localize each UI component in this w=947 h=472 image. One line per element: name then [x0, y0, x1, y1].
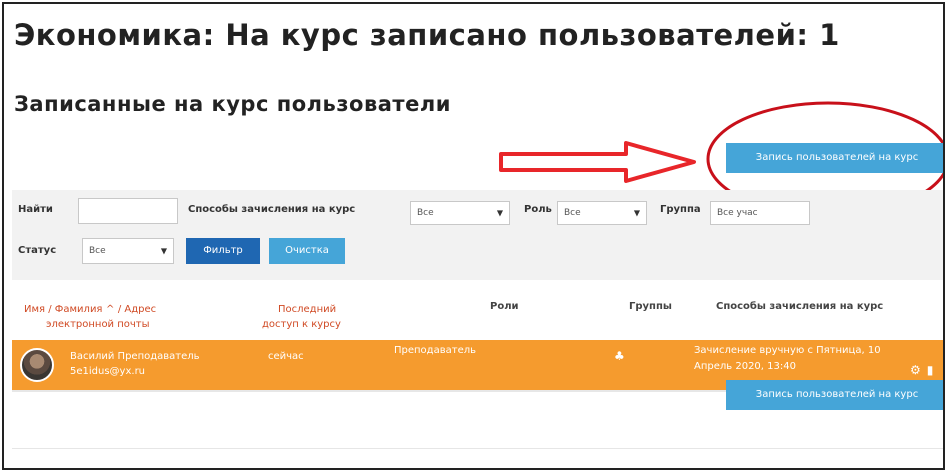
header-name-email: Имя / Фамилия ^ / Адрес: [24, 303, 156, 317]
enrol-methods-value: Все: [417, 208, 434, 218]
clear-button[interactable]: Очистка: [269, 238, 345, 264]
enrol-methods-label: Способы зачисления на курс: [188, 204, 356, 215]
annotation-arrow: [499, 141, 696, 183]
enrol-users-button-top[interactable]: Запись пользователей на курс: [726, 143, 943, 173]
sort-last-access-link[interactable]: Последний: [278, 303, 336, 317]
role-label: Роль: [524, 204, 552, 215]
role-select[interactable]: Все ▼: [557, 201, 647, 225]
header-enrol-methods: Способы зачисления на курс: [716, 301, 884, 312]
sort-email-link[interactable]: / Адрес: [118, 304, 156, 315]
trash-icon[interactable]: ▮: [927, 363, 934, 377]
header-groups: Группы: [629, 301, 672, 312]
gear-icon[interactable]: ⚙: [910, 363, 921, 377]
page-title: Экономика: На курс записано пользователе…: [14, 18, 840, 52]
section-title: Записанные на курс пользователи: [14, 92, 451, 116]
chevron-down-icon: ▼: [633, 208, 640, 218]
avatar[interactable]: [20, 348, 54, 382]
search-label: Найти: [18, 204, 53, 215]
role-value-cell: Преподаватель: [394, 345, 477, 356]
user-email: 5e1idus@yx.ru: [70, 366, 146, 377]
filter-button[interactable]: Фильтр: [186, 238, 260, 264]
role-value: Все: [564, 208, 581, 218]
status-label: Статус: [18, 245, 57, 256]
status-select[interactable]: Все ▼: [82, 238, 174, 264]
row-actions: ⚙ ▮: [910, 363, 933, 377]
enrol-users-button-bottom[interactable]: Запись пользователей на курс: [726, 380, 943, 410]
enrol-method-value-line1: Зачисление вручную с Пятница, 10: [694, 345, 881, 356]
sort-indicator-icon: ^: [105, 304, 115, 315]
status-value: Все: [89, 246, 106, 256]
search-input[interactable]: [78, 198, 178, 224]
sort-first-name-link[interactable]: Имя / Фамилия: [24, 304, 102, 315]
sort-email-link-line2[interactable]: электронной почты: [46, 318, 150, 332]
user-name-link[interactable]: Василий Преподаватель: [70, 350, 200, 364]
divider: [12, 448, 943, 449]
group-label: Группа: [660, 204, 701, 215]
group-value: Все учас: [717, 208, 758, 218]
enrol-methods-select[interactable]: Все ▼: [410, 201, 510, 225]
last-access-value: сейчас: [268, 351, 304, 362]
chevron-down-icon: ▼: [160, 246, 167, 256]
enrol-method-value-line2: Апрель 2020, 13:40: [694, 361, 796, 372]
add-group-icon[interactable]: ♣: [614, 349, 625, 363]
chevron-down-icon: ▼: [496, 208, 503, 218]
header-roles: Роли: [490, 301, 519, 312]
group-select[interactable]: Все учас: [710, 201, 810, 225]
sort-last-access-link-line2[interactable]: доступ к курсу: [262, 318, 341, 332]
page-frame: Экономика: На курс записано пользователе…: [2, 2, 945, 470]
